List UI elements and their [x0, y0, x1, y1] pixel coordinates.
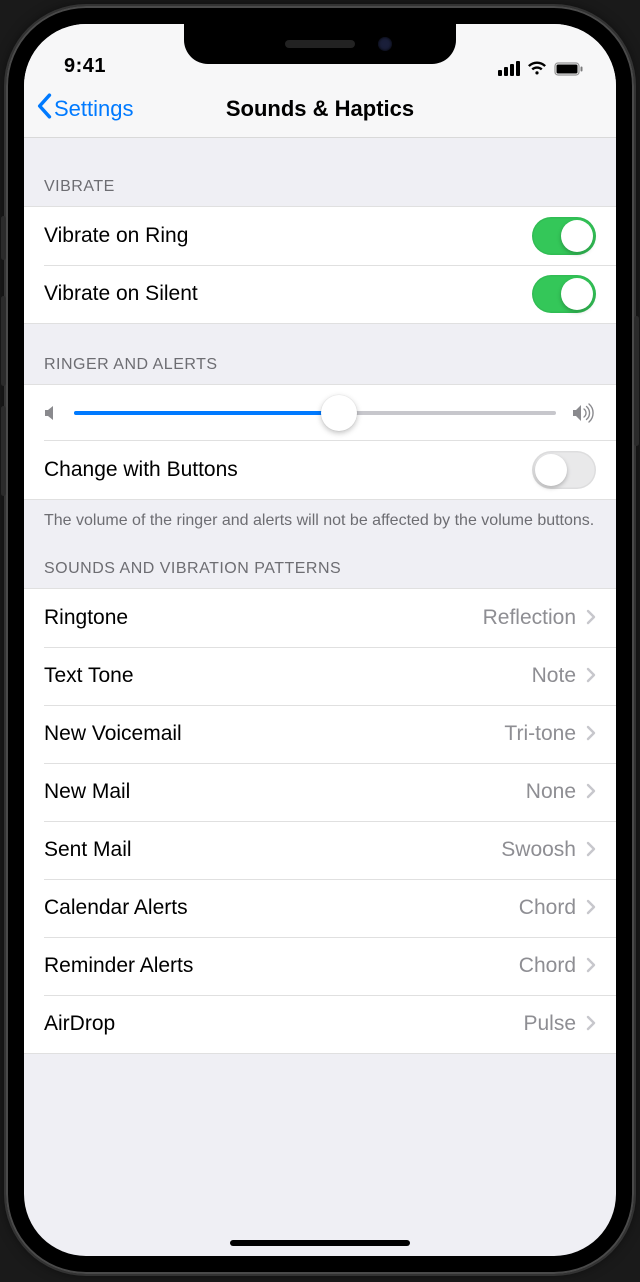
pattern-label: Reminder Alerts	[44, 954, 193, 978]
label-change-with-buttons: Change with Buttons	[44, 458, 238, 482]
pattern-value: Swoosh	[501, 837, 596, 863]
toggle-vibrate-on-silent[interactable]	[532, 275, 596, 313]
row-pattern-sent-mail[interactable]: Sent Mail Swoosh	[24, 821, 616, 879]
wifi-icon	[527, 61, 547, 76]
row-pattern-new-voicemail[interactable]: New Voicemail Tri-tone	[24, 705, 616, 763]
chevron-right-icon	[586, 663, 596, 689]
cellular-signal-icon	[498, 61, 520, 76]
pattern-label: AirDrop	[44, 1012, 115, 1036]
section-header-vibrate: VIBRATE	[24, 138, 616, 206]
row-pattern-airdrop[interactable]: AirDrop Pulse	[24, 995, 616, 1053]
pattern-label: Text Tone	[44, 664, 134, 688]
pattern-value: Reflection	[483, 605, 596, 631]
chevron-right-icon	[586, 895, 596, 921]
label-vibrate-on-ring: Vibrate on Ring	[44, 224, 188, 248]
toggle-vibrate-on-ring[interactable]	[532, 217, 596, 255]
phone-frame: 9:41 Settings Sounds & Haptics	[6, 6, 634, 1274]
pattern-label: Ringtone	[44, 606, 128, 630]
page-title: Sounds & Haptics	[226, 96, 414, 122]
pattern-label: New Voicemail	[44, 722, 182, 746]
pattern-value: None	[526, 779, 596, 805]
chevron-right-icon	[586, 721, 596, 747]
screen: 9:41 Settings Sounds & Haptics	[24, 24, 616, 1256]
label-vibrate-on-silent: Vibrate on Silent	[44, 282, 198, 306]
notch	[184, 24, 456, 64]
status-time: 9:41	[64, 55, 106, 78]
pattern-label: Calendar Alerts	[44, 896, 188, 920]
back-label: Settings	[54, 96, 134, 122]
row-pattern-calendar-alerts[interactable]: Calendar Alerts Chord	[24, 879, 616, 937]
row-vibrate-on-ring: Vibrate on Ring	[24, 207, 616, 265]
row-pattern-reminder-alerts[interactable]: Reminder Alerts Chord	[24, 937, 616, 995]
pattern-label: New Mail	[44, 780, 130, 804]
nav-bar: Settings Sounds & Haptics	[24, 80, 616, 138]
chevron-right-icon	[586, 953, 596, 979]
section-header-ringer: RINGER AND ALERTS	[24, 324, 616, 384]
pattern-value: Tri-tone	[504, 721, 596, 747]
speaker-low-icon	[44, 404, 58, 422]
volume-slider[interactable]	[74, 411, 556, 415]
chevron-right-icon	[586, 605, 596, 631]
home-indicator[interactable]	[230, 1240, 410, 1246]
pattern-value: Chord	[519, 953, 596, 979]
row-vibrate-on-silent: Vibrate on Silent	[24, 265, 616, 323]
group-vibrate: Vibrate on Ring Vibrate on Silent	[24, 206, 616, 324]
section-header-patterns: SOUNDS AND VIBRATION PATTERNS	[24, 538, 616, 588]
chevron-right-icon	[586, 1011, 596, 1037]
group-patterns: Ringtone Reflection Text Tone Note New Voice…	[24, 588, 616, 1054]
pattern-value: Chord	[519, 895, 596, 921]
toggle-change-with-buttons[interactable]	[532, 451, 596, 489]
chevron-left-icon	[36, 93, 52, 125]
row-change-with-buttons: Change with Buttons	[24, 441, 616, 499]
footer-ringer: The volume of the ringer and alerts will…	[24, 500, 616, 538]
pattern-label: Sent Mail	[44, 838, 132, 862]
back-button[interactable]: Settings	[36, 93, 226, 125]
row-volume-slider	[24, 385, 616, 441]
speaker-high-icon	[572, 403, 596, 423]
pattern-value: Pulse	[523, 1011, 596, 1037]
battery-icon	[554, 62, 584, 76]
pattern-value: Note	[532, 663, 596, 689]
group-ringer: Change with Buttons	[24, 384, 616, 500]
row-pattern-ringtone[interactable]: Ringtone Reflection	[24, 589, 616, 647]
chevron-right-icon	[586, 779, 596, 805]
row-pattern-new-mail[interactable]: New Mail None	[24, 763, 616, 821]
chevron-right-icon	[586, 837, 596, 863]
row-pattern-text-tone[interactable]: Text Tone Note	[24, 647, 616, 705]
